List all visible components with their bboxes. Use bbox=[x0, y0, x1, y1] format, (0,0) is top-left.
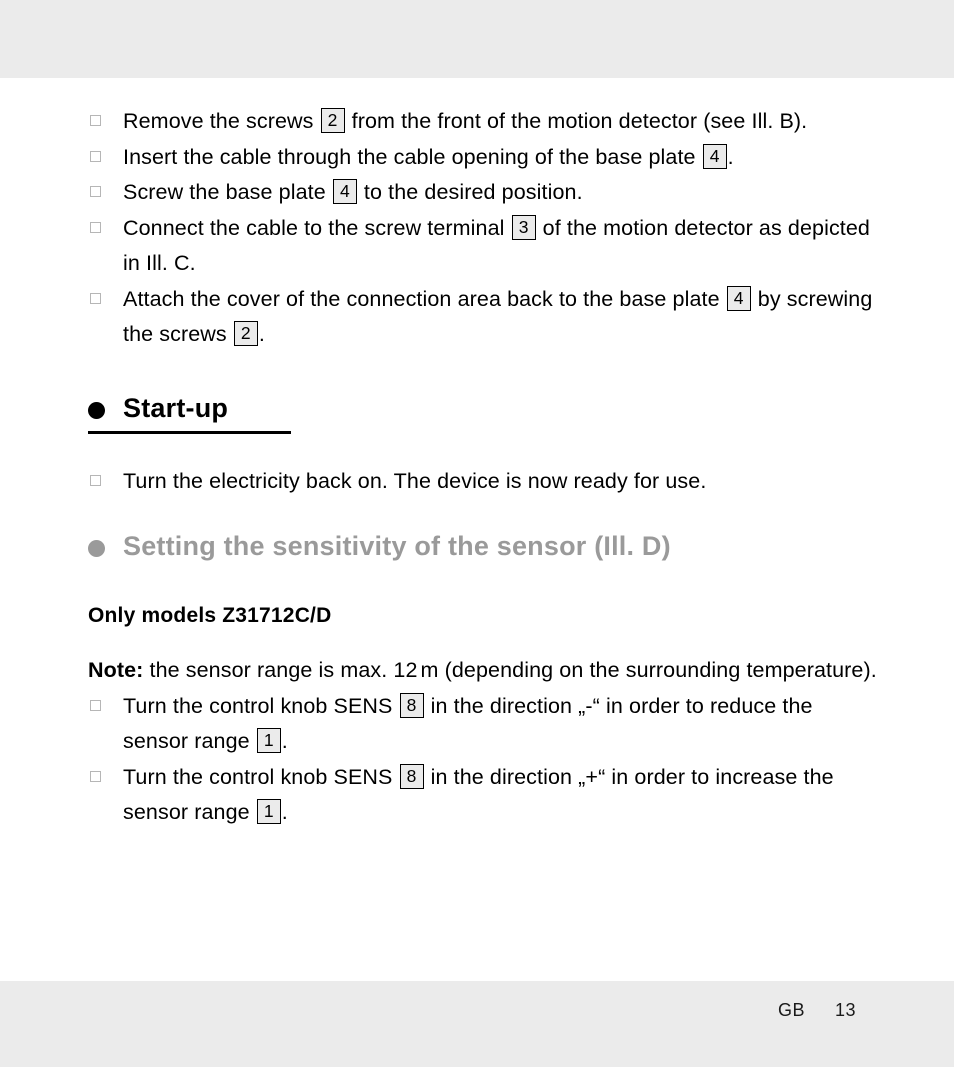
list-item-text: . bbox=[727, 144, 734, 169]
square-bullet-icon bbox=[90, 186, 101, 197]
filled-circle-bullet-icon bbox=[88, 540, 105, 557]
square-bullet-icon bbox=[90, 292, 101, 304]
list-item: Connect the cable to the screw terminal … bbox=[88, 211, 878, 282]
square-bullet-icon bbox=[90, 474, 101, 486]
part-reference-number: 4 bbox=[702, 143, 727, 169]
list-item-text: Attach the cover of the connection area … bbox=[123, 286, 726, 311]
part-reference-number: 4 bbox=[726, 285, 751, 311]
list-item: Turn the control knob SENS 8 in the dire… bbox=[88, 689, 878, 760]
square-bullet-icon bbox=[90, 770, 101, 782]
part-reference-number: 2 bbox=[233, 321, 258, 346]
page-footer-band bbox=[0, 981, 954, 1067]
list-item-text: Turn the control knob SENS bbox=[123, 764, 399, 789]
note-label: Note: bbox=[88, 658, 144, 682]
part-reference-number: 8 bbox=[399, 763, 424, 789]
sensitivity-steps-list: Turn the control knob SENS 8 in the dire… bbox=[88, 689, 878, 831]
part-reference-number: 8 bbox=[399, 692, 424, 718]
list-item-text: . bbox=[281, 800, 288, 824]
list-item-text: from the front of the motion detector (s… bbox=[345, 109, 808, 133]
part-reference-number: 4 bbox=[332, 179, 357, 204]
subheading-models: Only models Z31712C/D bbox=[88, 604, 332, 627]
heading-sensitivity: Setting the sensitivity of the sensor (I… bbox=[88, 529, 878, 563]
list-item-text: Screw the base plate bbox=[123, 180, 332, 204]
footer-page-number: 13 bbox=[834, 1000, 856, 1020]
note-unit: m bbox=[420, 658, 439, 682]
square-bullet-icon bbox=[90, 221, 101, 233]
list-item: Insert the cable through the cable openi… bbox=[88, 140, 878, 176]
list-item: Attach the cover of the connection area … bbox=[88, 282, 878, 353]
page-content: Remove the screws 2 from the front of th… bbox=[88, 78, 878, 831]
list-item-text: Remove the screws bbox=[123, 109, 320, 133]
list-item-text: Connect the cable to the screw terminal bbox=[123, 215, 511, 240]
note-body: the sensor range is max. 12 bbox=[143, 658, 418, 682]
part-reference-number: 1 bbox=[256, 799, 281, 824]
page-header-band bbox=[0, 0, 954, 78]
list-item-text: . bbox=[258, 322, 265, 346]
square-bullet-icon bbox=[90, 699, 101, 711]
list-item: Remove the screws 2 from the front of th… bbox=[88, 104, 878, 140]
page-footer: GB 13 bbox=[0, 1000, 954, 1021]
part-reference-number: 2 bbox=[320, 108, 345, 133]
part-reference-number: 1 bbox=[256, 728, 281, 753]
list-item-text: Insert the cable through the cable openi… bbox=[123, 144, 702, 169]
heading-sensitivity-label: Setting the sensitivity of the sensor (I… bbox=[123, 531, 671, 561]
list-item: Turn the electricity back on. The device… bbox=[88, 464, 878, 500]
startup-steps-list: Turn the electricity back on. The device… bbox=[88, 464, 878, 500]
filled-circle-bullet-icon bbox=[88, 401, 105, 419]
part-reference-number: 3 bbox=[511, 214, 536, 240]
list-item-text: to the desired position. bbox=[357, 180, 583, 204]
heading-start-up: Start-up bbox=[88, 391, 878, 434]
list-item: Turn the control knob SENS 8 in the dire… bbox=[88, 760, 878, 831]
square-bullet-icon bbox=[90, 115, 101, 126]
note-paragraph: Note: the sensor range is max. 12 m (depe… bbox=[88, 653, 878, 689]
heading-start-up-label: Start-up bbox=[123, 392, 229, 423]
note-body-tail: (depending on the surrounding temperatur… bbox=[438, 658, 877, 682]
list-item: Screw the base plate 4 to the desired po… bbox=[88, 175, 878, 211]
square-bullet-icon bbox=[90, 150, 101, 162]
footer-language-code: GB bbox=[777, 1000, 805, 1020]
heading-underline bbox=[88, 430, 291, 434]
list-item-text: Turn the control knob SENS bbox=[123, 693, 399, 718]
list-item-text: . bbox=[281, 729, 288, 753]
list-item-text: Turn the electricity back on. The device… bbox=[123, 468, 707, 493]
installation-steps-list: Remove the screws 2 from the front of th… bbox=[88, 104, 878, 353]
